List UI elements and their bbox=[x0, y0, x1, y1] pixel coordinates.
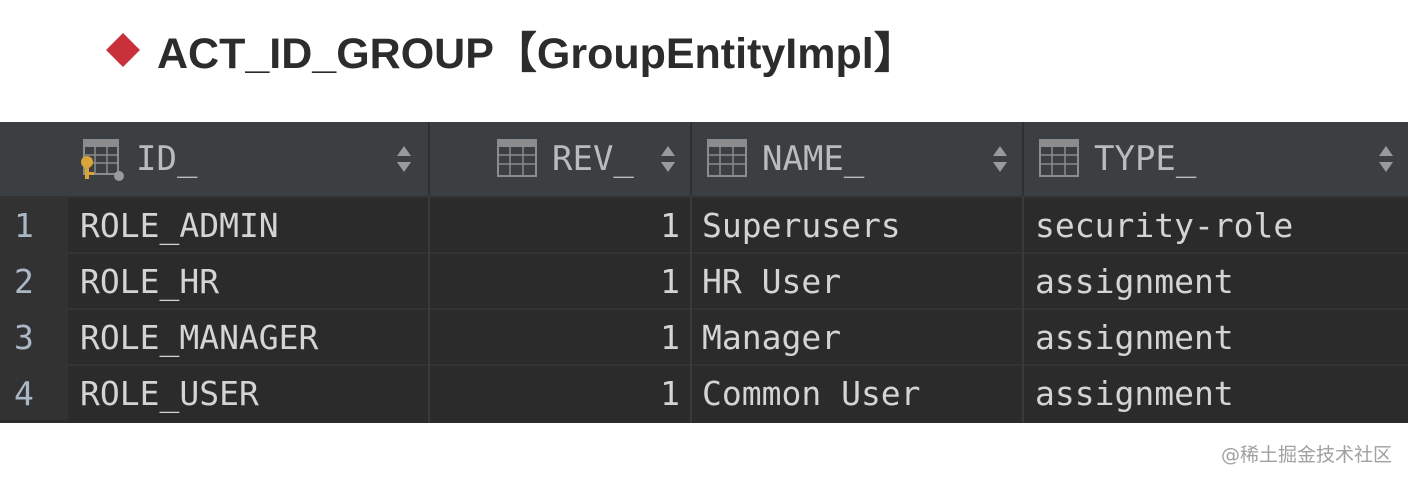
column-separator bbox=[428, 196, 430, 423]
column-separator bbox=[1022, 196, 1024, 423]
cell-name[interactable]: HR User bbox=[702, 254, 841, 308]
page-title-text: ACT_ID_GROUP【GroupEntityImpl】 bbox=[157, 30, 917, 78]
table-row[interactable]: 3 ROLE_MANAGER 1 Manager assignment bbox=[0, 308, 1408, 364]
watermark: @稀土掘金技术社区 bbox=[1220, 444, 1392, 466]
data-grid: ID_ REV_ NAME_ TYPE_ 1 ROLE_ADMIN 1 Supe… bbox=[0, 122, 1408, 423]
column-header-label: REV_ bbox=[552, 139, 634, 179]
column-header-type[interactable]: TYPE_ bbox=[1036, 122, 1376, 196]
cell-rev[interactable]: 1 bbox=[430, 366, 680, 420]
table-row[interactable]: 2 ROLE_HR 1 HR User assignment bbox=[0, 252, 1408, 308]
column-separator[interactable] bbox=[1022, 122, 1024, 196]
column-header-label: ID_ bbox=[136, 139, 198, 179]
cell-type[interactable]: assignment bbox=[1035, 310, 1234, 364]
cell-id[interactable]: ROLE_MANAGER bbox=[80, 310, 318, 364]
grid-header: ID_ REV_ NAME_ TYPE_ bbox=[0, 122, 1408, 196]
sort-icon[interactable] bbox=[992, 144, 1008, 174]
row-number: 2 bbox=[0, 254, 68, 308]
cell-id[interactable]: ROLE_HR bbox=[80, 254, 219, 308]
cell-rev[interactable]: 1 bbox=[430, 310, 680, 364]
cell-type[interactable]: assignment bbox=[1035, 254, 1234, 308]
sort-icon[interactable] bbox=[396, 144, 412, 174]
column-icon bbox=[1036, 136, 1082, 182]
column-header-name[interactable]: NAME_ bbox=[704, 122, 1022, 196]
cell-name[interactable]: Common User bbox=[702, 366, 921, 420]
cell-type[interactable]: security-role bbox=[1035, 198, 1293, 252]
column-separator[interactable] bbox=[428, 122, 430, 196]
sort-icon[interactable] bbox=[1378, 144, 1394, 174]
column-icon bbox=[494, 136, 540, 182]
column-header-label: TYPE_ bbox=[1094, 139, 1197, 179]
cell-id[interactable]: ROLE_USER bbox=[80, 366, 259, 420]
column-icon bbox=[704, 136, 750, 182]
column-separator[interactable] bbox=[690, 122, 692, 196]
column-separator bbox=[690, 196, 692, 423]
row-number: 3 bbox=[0, 310, 68, 364]
column-header-label: NAME_ bbox=[762, 139, 865, 179]
row-number: 4 bbox=[0, 366, 68, 420]
cell-rev[interactable]: 1 bbox=[430, 198, 680, 252]
diamond-bullet-icon bbox=[106, 33, 140, 67]
column-header-id[interactable]: ID_ bbox=[78, 122, 428, 196]
primary-key-column-icon bbox=[78, 136, 124, 182]
sort-icon[interactable] bbox=[660, 144, 676, 174]
table-row[interactable]: 1 ROLE_ADMIN 1 Superusers security-role bbox=[0, 196, 1408, 252]
cell-name[interactable]: Manager bbox=[702, 310, 841, 364]
row-number: 1 bbox=[0, 198, 68, 252]
cell-type[interactable]: assignment bbox=[1035, 366, 1234, 420]
cell-id[interactable]: ROLE_ADMIN bbox=[80, 198, 279, 252]
table-row[interactable]: 4 ROLE_USER 1 Common User assignment bbox=[0, 364, 1408, 420]
cell-name[interactable]: Superusers bbox=[702, 198, 901, 252]
cell-rev[interactable]: 1 bbox=[430, 254, 680, 308]
page-title: ACT_ID_GROUP【GroupEntityImpl】 bbox=[105, 22, 917, 78]
